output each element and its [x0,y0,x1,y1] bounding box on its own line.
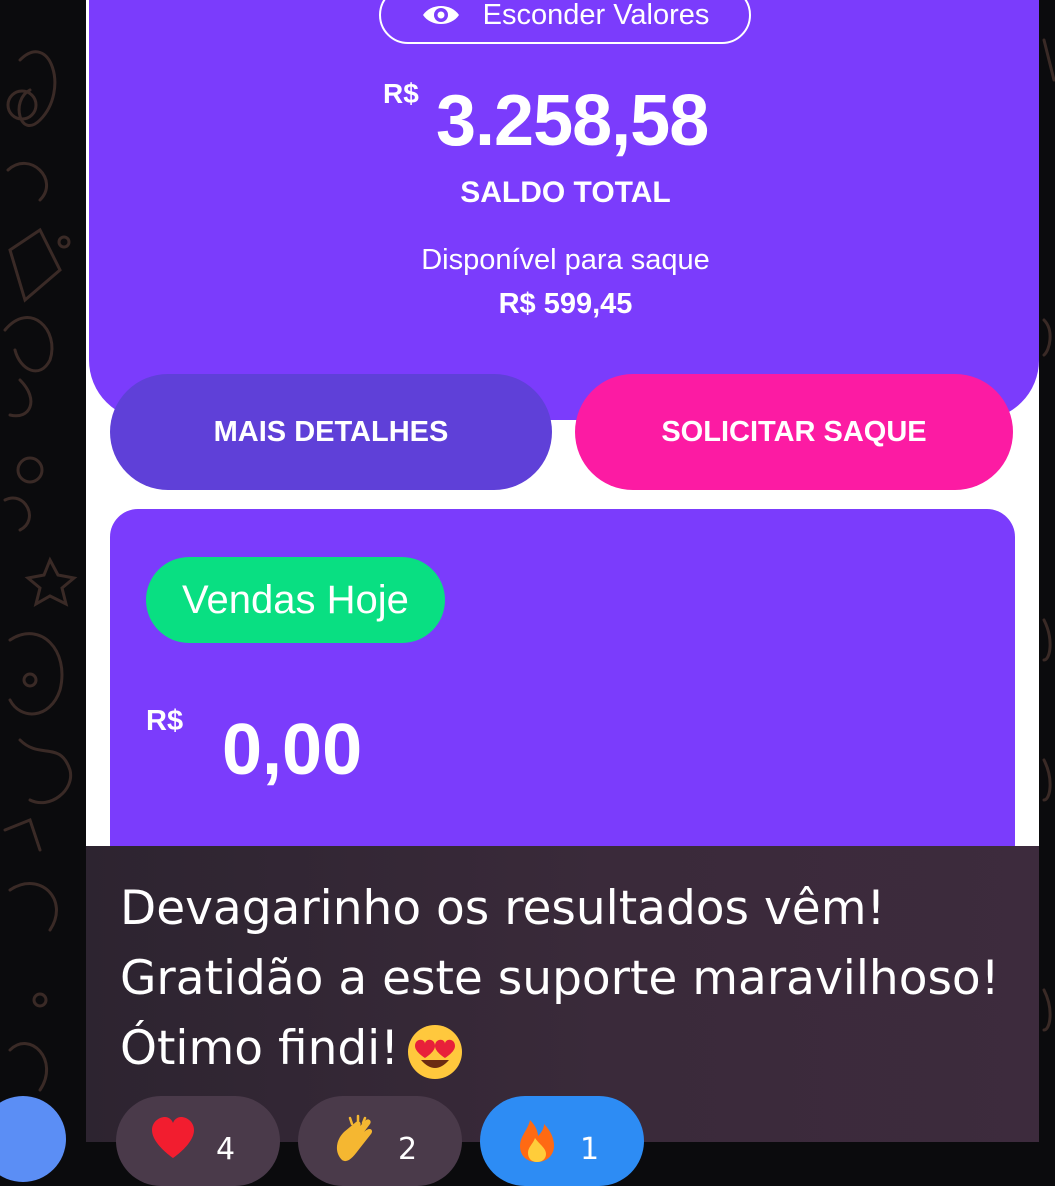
reaction-heart[interactable]: 4 [116,1096,280,1186]
message-caption: Devagarinho os resultados vêm! Gratidão … [120,874,1020,1084]
fire-icon [520,1120,554,1162]
sales-today-card: Vendas Hoje R$ 0,00 [110,509,1015,846]
request-withdrawal-button[interactable]: SOLICITAR SAQUE [575,374,1013,490]
sales-currency-symbol: R$ [146,705,184,737]
sales-today-badge: Vendas Hoje [146,557,445,643]
available-value: R$ 599,45 [498,288,633,320]
reaction-count: 1 [580,1132,600,1167]
total-currency-symbol: R$ [383,78,419,109]
sales-today-label: Vendas Hoje [182,577,409,622]
available-label: Disponível para saque [421,244,710,276]
more-details-button[interactable]: MAIS DETALHES [110,374,552,490]
balance-card: Esconder Valores R$ 3.258,58 SALDO TOTAL… [89,0,1039,420]
caption-line-text: Ótimo findi! [120,1021,400,1076]
sales-today-value: 0,00 [222,710,363,790]
hide-values-toggle[interactable]: Esconder Valores [379,0,751,44]
reaction-fire[interactable]: 1 [480,1096,644,1186]
caption-line: Ótimo findi! [120,1014,1020,1084]
message-caption-area: Devagarinho os resultados vêm! Gratidão … [86,846,1039,1186]
heart-icon [152,1117,194,1158]
shared-app-screenshot: Esconder Valores R$ 3.258,58 SALDO TOTAL… [86,0,1039,846]
heart-eyes-emoji-icon [408,1024,463,1079]
caption-line: Devagarinho os resultados vêm! [120,881,886,936]
clapping-hands-icon [336,1114,373,1162]
eye-icon [422,6,459,24]
request-withdrawal-label: SOLICITAR SAQUE [661,415,927,448]
total-balance-value: 3.258,58 [436,81,709,161]
hide-values-label: Esconder Valores [482,0,710,31]
caption-line: Gratidão a este suporte maravilhoso! [120,951,1000,1006]
total-balance-label: SALDO TOTAL [460,176,671,209]
reaction-count: 2 [398,1132,418,1167]
reaction-count: 4 [216,1132,236,1167]
more-details-label: MAIS DETALHES [213,415,449,448]
reaction-clap[interactable]: 2 [298,1096,462,1186]
